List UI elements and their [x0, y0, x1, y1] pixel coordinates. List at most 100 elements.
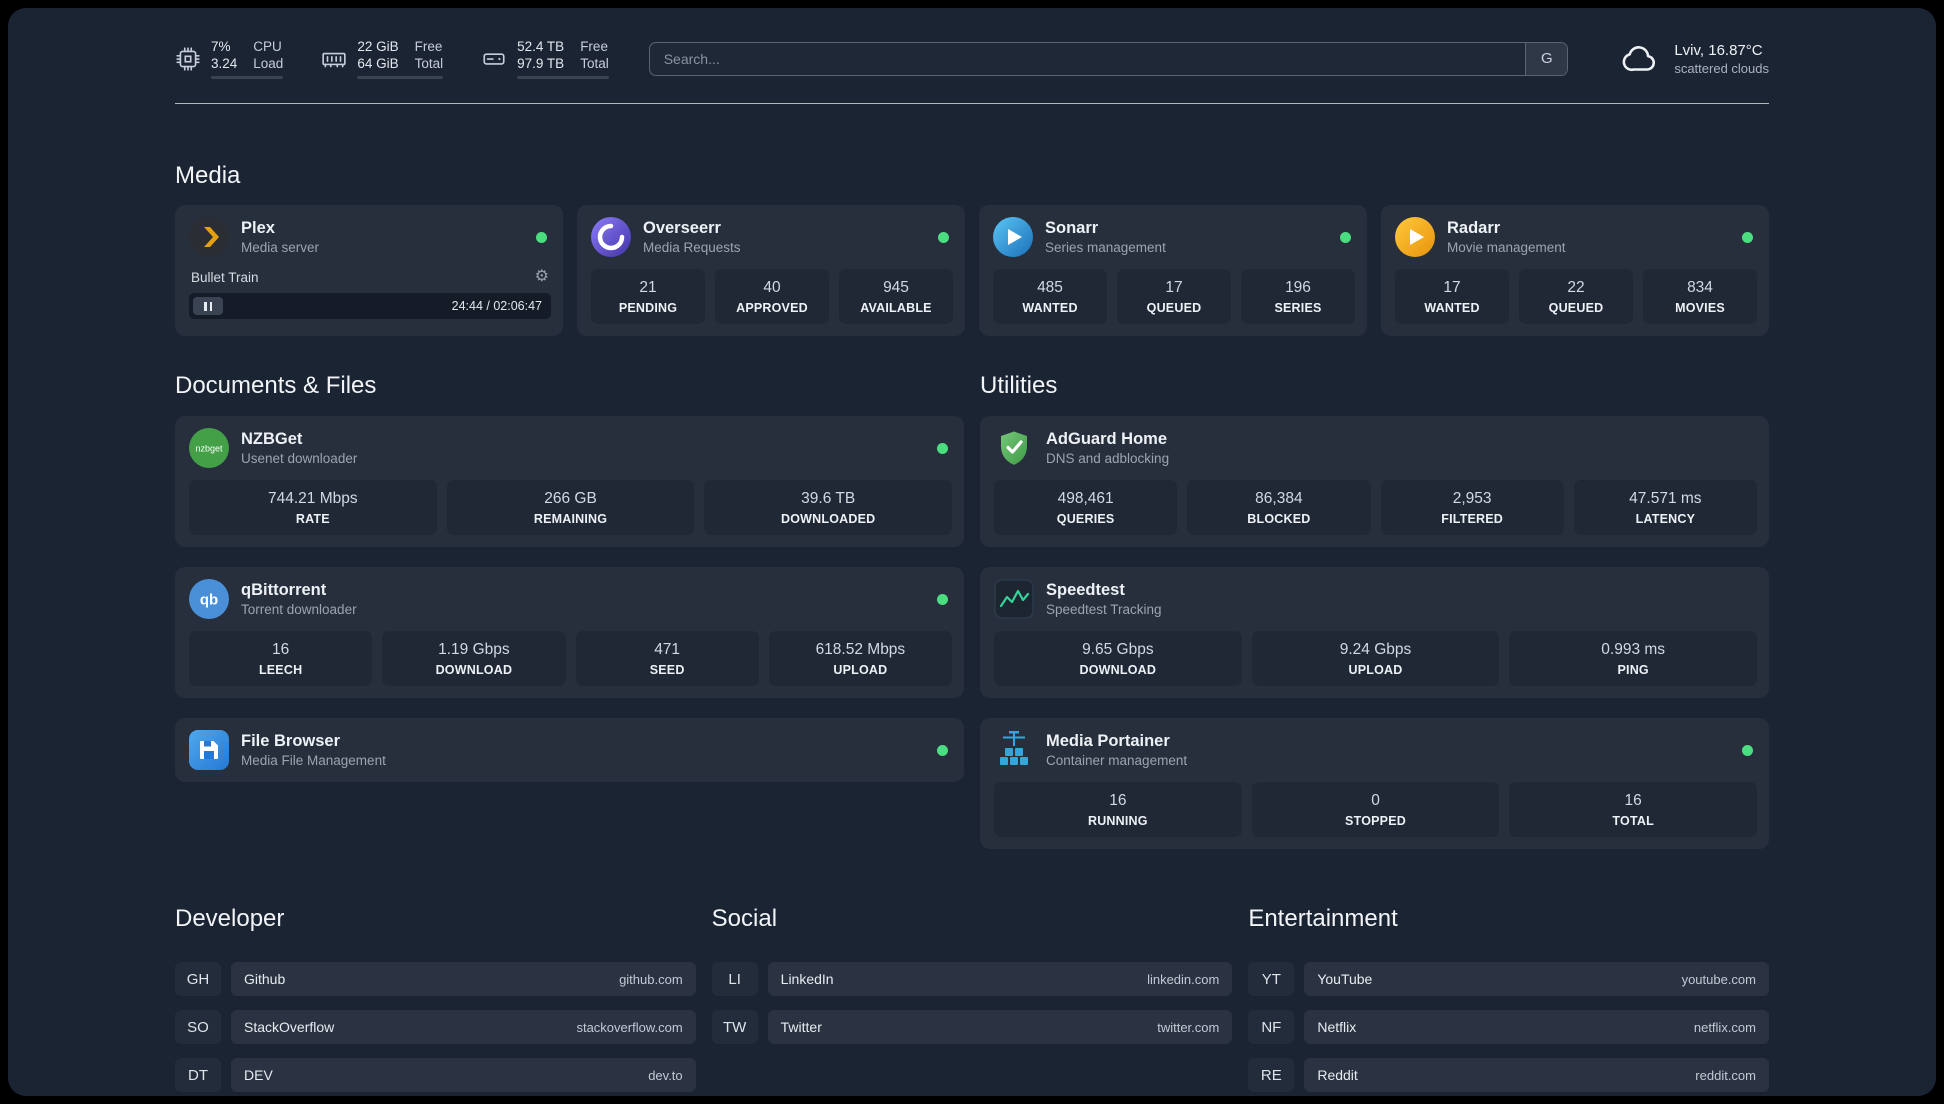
bookmark-url: github.com [619, 971, 683, 987]
top-bar: 7% CPU 3.24 Load 22 GiB Free 64 GiB Tota… [175, 38, 1769, 79]
bookmark-github[interactable]: GH Github github.com [175, 962, 696, 996]
cpu-label: CPU [253, 39, 282, 54]
cpu-load-label: Load [253, 56, 284, 71]
bookmark-abbr: YT [1248, 962, 1295, 996]
stat-approved: 40 APPROVED [715, 269, 829, 324]
bookmark-dev[interactable]: DT DEV dev.to [175, 1058, 696, 1092]
card-titles: Radarr Movie management [1447, 218, 1566, 256]
stat-value: 17 [1443, 279, 1461, 296]
bookmark-abbr: NF [1248, 1010, 1295, 1044]
social-heading: Social [711, 905, 778, 932]
stat-available: 945 AVAILABLE [839, 269, 953, 324]
bookmark-name: Netflix [1317, 1019, 1357, 1035]
stat-label: DOWNLOAD [435, 663, 513, 677]
stat-label: QUEUED [1548, 301, 1604, 315]
stat-label: WANTED [1022, 301, 1078, 315]
card-titles: qBittorrent Torrent downloader [241, 580, 357, 618]
service-name: AdGuard Home [1046, 430, 1168, 448]
bookmark-reddit[interactable]: RE Reddit reddit.com [1248, 1058, 1769, 1092]
card-titles: Media Portainer Container management [1046, 731, 1187, 769]
bookmark-abbr: LI [711, 962, 758, 996]
disk-progress-bar [517, 76, 609, 79]
service-card-sonarr[interactable]: Sonarr Series management 485 WANTED 17 Q… [979, 205, 1367, 336]
stats-row: 498,461 QUERIES 86,384 BLOCKED 2,953 FIL… [994, 480, 1757, 535]
bookmark-abbr: GH [175, 962, 221, 996]
player-strip: 24:44 / 02:06:47 [189, 293, 551, 319]
stat-value: 16 [1624, 792, 1642, 809]
service-card-portainer[interactable]: Media Portainer Container management 16 … [980, 718, 1769, 849]
dashboard-content: 7% CPU 3.24 Load 22 GiB Free 64 GiB Tota… [8, 8, 1936, 1096]
bookmark-name: Github [244, 971, 286, 987]
service-name: Media Portainer [1046, 732, 1170, 750]
service-card-overseerr[interactable]: Overseerr Media Requests 21 PENDING 40 A… [577, 205, 965, 336]
service-card-plex[interactable]: Plex Media server Bullet Train ⚙ 24:44 /… [175, 205, 563, 336]
bookmark-abbr: DT [175, 1058, 221, 1092]
status-dot [1742, 231, 1753, 243]
stat-downloaded: 39.6 TB DOWNLOADED [704, 480, 953, 535]
stat-label: MOVIES [1675, 301, 1725, 315]
card-header: Media Portainer Container management [994, 730, 1757, 770]
stat-label: DOWNLOADED [781, 512, 876, 526]
stat-value: 21 [639, 279, 657, 296]
service-card-qbittorrent[interactable]: qb qBittorrent Torrent downloader 16 LEE… [175, 567, 964, 698]
search-provider-button[interactable]: G [1525, 42, 1568, 75]
service-desc: Media File Management [241, 753, 386, 768]
pause-button[interactable] [193, 297, 223, 315]
memory-total: 64 GiB [357, 56, 399, 71]
bookmark-linkedin[interactable]: LI LinkedIn linkedin.com [711, 962, 1233, 996]
bookmark-name: StackOverflow [244, 1019, 335, 1035]
stat-blocked: 86,384 BLOCKED [1187, 480, 1371, 535]
stats-row: 21 PENDING 40 APPROVED 945 AVAILABLE [591, 269, 953, 324]
service-card-adguard[interactable]: AdGuard Home DNS and adblocking 498,461 … [980, 416, 1769, 547]
bookmark-stackoverflow[interactable]: SO StackOverflow stackoverflow.com [175, 1010, 696, 1044]
stat-label: TOTAL [1612, 814, 1654, 828]
card-header: AdGuard Home DNS and adblocking [994, 428, 1757, 468]
filebrowser-icon [189, 730, 229, 770]
service-name: Overseerr [643, 219, 721, 237]
bookmark-twitter[interactable]: TW Twitter twitter.com [711, 1010, 1233, 1044]
documents-section-heading: Documents & Files [175, 372, 377, 399]
stat-label: STOPPED [1345, 814, 1406, 828]
service-card-speedtest[interactable]: Speedtest Speedtest Tracking 9.65 Gbps D… [980, 567, 1769, 698]
stat-value: 40 [763, 279, 781, 296]
service-card-radarr[interactable]: Radarr Movie management 17 WANTED 22 QUE… [1381, 205, 1769, 336]
stat-value: 16 [272, 641, 290, 658]
stats-row: 16 LEECH 1.19 Gbps DOWNLOAD 471 SEED 618… [189, 631, 952, 686]
bookmark-abbr: TW [711, 1010, 758, 1044]
stat-label: QUEUED [1146, 301, 1202, 315]
stat-series: 196 SERIES [1241, 269, 1355, 324]
stat-latency: 47.571 ms LATENCY [1573, 480, 1757, 535]
bookmark-youtube[interactable]: YT YouTube youtube.com [1248, 962, 1769, 996]
disk-free-label: Free [580, 39, 608, 54]
utilities-section-heading: Utilities [980, 372, 1058, 399]
stat-value: 744.21 Mbps [268, 490, 358, 507]
svg-text:nzbget: nzbget [195, 444, 223, 454]
bookmark-url: stackoverflow.com [576, 1019, 683, 1035]
overseerr-icon [591, 217, 631, 257]
playback-time: 24:44 / 02:06:47 [451, 299, 542, 313]
card-titles: Speedtest Speedtest Tracking [1046, 580, 1162, 618]
search-input[interactable] [649, 42, 1526, 75]
stat-value: 471 [654, 641, 681, 658]
bookmark-netflix[interactable]: NF Netflix netflix.com [1248, 1010, 1769, 1044]
cpu-readout: 7% CPU 3.24 Load [211, 38, 284, 79]
stat-upload: 618.52 Mbps UPLOAD [768, 631, 952, 686]
utilities-column: Utilities AdGuard Home DNS and adblockin… [980, 372, 1769, 849]
stat-value: 47.571 ms [1629, 490, 1702, 507]
gear-icon[interactable]: ⚙ [535, 269, 549, 285]
documents-column: Documents & Files nzbget NZBGet Usenet d… [175, 372, 964, 782]
svg-text:qb: qb [200, 592, 218, 609]
stats-row: 744.21 Mbps RATE 266 GB REMAINING 39.6 T… [189, 480, 953, 535]
nzbget-icon: nzbget [189, 428, 229, 468]
disk-widget: 52.4 TB Free 97.9 TB Total [481, 38, 609, 79]
cpu-progress-bar [211, 76, 284, 79]
weather-text: Lviv, 16.87°C scattered clouds [1674, 41, 1769, 77]
memory-readout: 22 GiB Free 64 GiB Total [357, 38, 444, 79]
service-card-nzbget[interactable]: nzbget NZBGet Usenet downloader 744.21 M… [175, 416, 964, 547]
stat-upload: 9.24 Gbps UPLOAD [1251, 631, 1500, 686]
stat-seed: 471 SEED [575, 631, 759, 686]
status-dot [1742, 744, 1753, 756]
weather-condition: scattered clouds [1674, 60, 1769, 76]
memory-free-label: Free [414, 39, 443, 54]
service-card-filebrowser[interactable]: File Browser Media File Management [175, 718, 964, 782]
